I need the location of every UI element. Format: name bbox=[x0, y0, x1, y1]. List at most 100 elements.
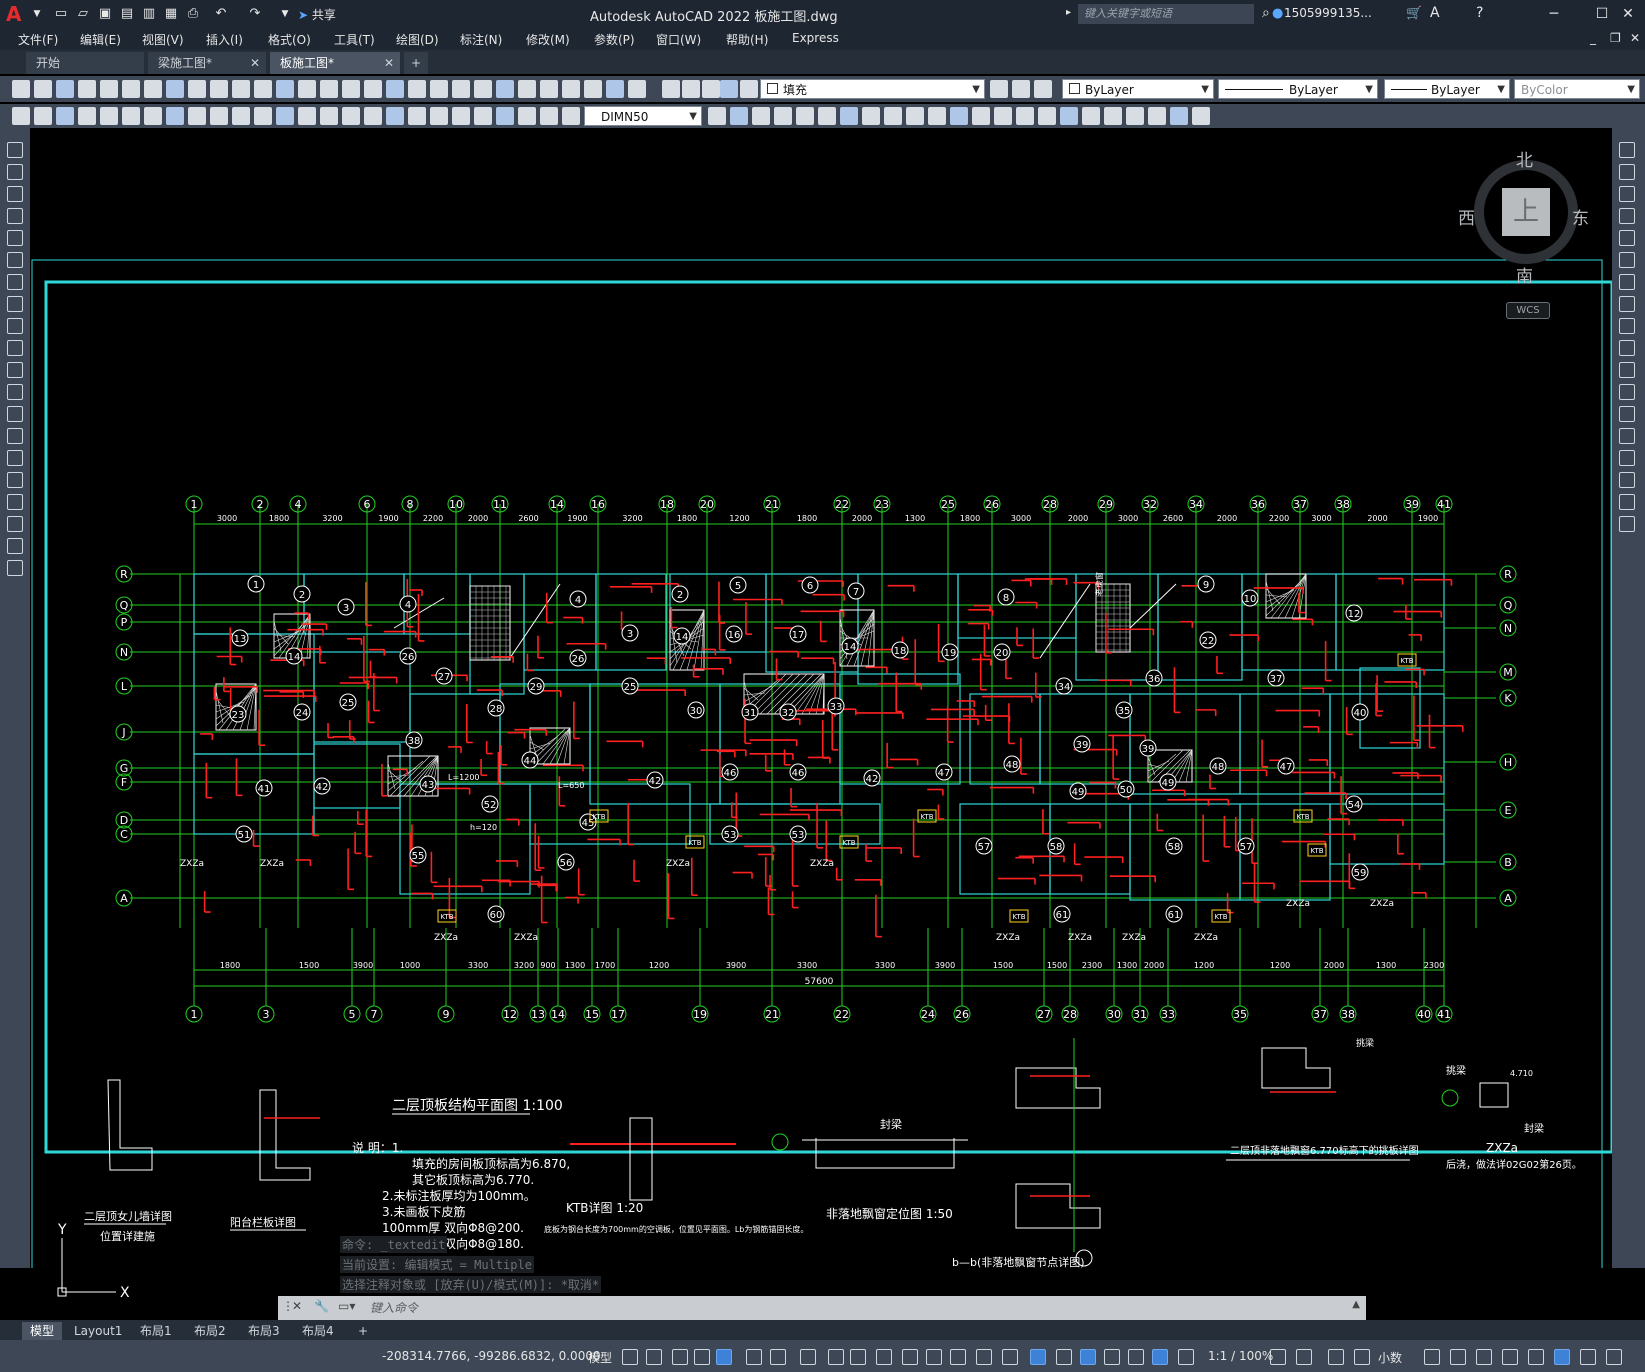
toolbar-tool-icon[interactable] bbox=[1126, 107, 1144, 125]
save-icon[interactable]: ▣ bbox=[96, 5, 114, 23]
doc-close-icon[interactable]: ✕ bbox=[1630, 31, 1640, 45]
toolbar-tool-icon[interactable] bbox=[720, 80, 738, 98]
menu-help[interactable]: 帮助(H) bbox=[726, 31, 768, 48]
save-as-icon[interactable]: ▤ bbox=[118, 5, 136, 23]
toolbar-tool-icon[interactable] bbox=[232, 80, 250, 98]
tab-slab-drawing[interactable]: 板施工图* ✕ bbox=[270, 52, 400, 74]
menu-dimension[interactable]: 标注(N) bbox=[460, 31, 502, 48]
compass-west[interactable]: 西 bbox=[1458, 204, 1475, 229]
new-tab-button[interactable]: + bbox=[404, 52, 428, 74]
toolbar-tool-icon[interactable] bbox=[452, 80, 470, 98]
toolbar-tool-icon[interactable] bbox=[100, 80, 118, 98]
status-toggle-icon[interactable] bbox=[1128, 1349, 1144, 1365]
tab-start[interactable]: 开始 bbox=[26, 52, 144, 74]
toolbar-tool-icon[interactable] bbox=[188, 80, 206, 98]
toolbar-tool-icon[interactable] bbox=[78, 80, 96, 98]
plot-icon[interactable]: ⎙ bbox=[184, 5, 202, 23]
search-icon[interactable]: ⌕ bbox=[1262, 5, 1270, 21]
toolbar-tool-icon[interactable] bbox=[122, 80, 140, 98]
draw-tool-icon[interactable] bbox=[7, 406, 23, 422]
toolbar-tool-icon[interactable] bbox=[474, 80, 492, 98]
status-toggle-icon[interactable] bbox=[1476, 1349, 1492, 1365]
tab-layout-3[interactable]: 布局3 bbox=[240, 1322, 288, 1340]
draw-tool-icon[interactable] bbox=[7, 230, 23, 246]
minimize-button[interactable]: ─ bbox=[1542, 4, 1566, 24]
draw-tool-icon[interactable] bbox=[7, 296, 23, 312]
menu-express[interactable]: Express bbox=[792, 31, 839, 45]
menu-modify[interactable]: 修改(M) bbox=[526, 31, 570, 48]
toolbar-tool-icon[interactable] bbox=[408, 80, 426, 98]
user-account[interactable]: 1505999135... bbox=[1284, 6, 1372, 20]
close-tab-icon[interactable]: ✕ bbox=[250, 52, 260, 74]
toolbar-tool-icon[interactable] bbox=[342, 107, 360, 125]
status-toggle-icon[interactable] bbox=[800, 1349, 816, 1365]
status-toggle-icon[interactable] bbox=[1450, 1349, 1466, 1365]
status-toggle-icon[interactable] bbox=[1152, 1349, 1168, 1365]
toolbar-tool-icon[interactable] bbox=[452, 107, 470, 125]
dimstyle-dropdown[interactable]: DIMN50 ▼ bbox=[584, 106, 702, 126]
toolbar-tool-icon[interactable] bbox=[12, 107, 30, 125]
status-toggle-icon[interactable] bbox=[716, 1349, 732, 1365]
toolbar-tool-icon[interactable] bbox=[430, 107, 448, 125]
toolbar-tool-icon[interactable] bbox=[950, 107, 968, 125]
toolbar-tool-icon[interactable] bbox=[210, 107, 228, 125]
doc-minimize-icon[interactable]: _ bbox=[1590, 31, 1596, 45]
help-search-input[interactable]: 键入关键字或短语 bbox=[1078, 4, 1254, 24]
toolbar-tool-icon[interactable] bbox=[100, 107, 118, 125]
status-toggle-icon[interactable] bbox=[1178, 1349, 1194, 1365]
autocad-logo-icon[interactable]: A bbox=[6, 2, 26, 26]
maximize-button[interactable]: ☐ bbox=[1590, 4, 1614, 24]
toolbar-tool-icon[interactable] bbox=[144, 80, 162, 98]
viewcube[interactable]: 上 北 南 西 东 bbox=[1458, 150, 1589, 287]
new-file-icon[interactable]: ▭ bbox=[52, 5, 70, 23]
layer-dropdown[interactable]: 填充 ▼ bbox=[760, 79, 985, 99]
tab-model[interactable]: 模型 bbox=[22, 1322, 63, 1340]
model-space-toggle[interactable]: 模型 bbox=[588, 1349, 612, 1366]
toolbar-tool-icon[interactable] bbox=[232, 107, 250, 125]
toolbar-tool-icon[interactable] bbox=[730, 107, 748, 125]
toolbar-tool-icon[interactable] bbox=[540, 107, 558, 125]
status-toggle-icon[interactable] bbox=[1030, 1349, 1046, 1365]
toolbar-tool-icon[interactable] bbox=[166, 107, 184, 125]
menu-insert[interactable]: 插入(I) bbox=[206, 31, 243, 48]
tab-beam-drawing[interactable]: 梁施工图* ✕ bbox=[148, 52, 266, 74]
status-toggle-icon[interactable] bbox=[622, 1349, 638, 1365]
toolbar-tool-icon[interactable] bbox=[166, 80, 184, 98]
viewcube-top-face[interactable]: 上 bbox=[1502, 188, 1550, 236]
toolbar-tool-icon[interactable] bbox=[606, 80, 624, 98]
toolbar-tool-icon[interactable] bbox=[34, 107, 52, 125]
status-toggle-icon[interactable] bbox=[1606, 1349, 1622, 1365]
status-toggle-icon[interactable] bbox=[1328, 1349, 1344, 1365]
drawing-canvas[interactable]: 1 2 4 6 8 10 11 14 16 18 20 21 22 23 25 26 28 29 32 34 36 37 3… bbox=[30, 128, 1612, 1268]
toolbar-tool-icon[interactable] bbox=[1104, 107, 1122, 125]
help-icon[interactable]: ? bbox=[1476, 5, 1483, 21]
modify-tool-icon[interactable] bbox=[1619, 406, 1635, 422]
status-toggle-icon[interactable] bbox=[926, 1349, 942, 1365]
toolbar-tool-icon[interactable] bbox=[562, 80, 580, 98]
status-toggle-icon[interactable] bbox=[1502, 1349, 1518, 1365]
close-icon[interactable]: ✕ bbox=[292, 1299, 302, 1313]
redo-icon[interactable]: ↷ bbox=[246, 5, 264, 23]
menu-format[interactable]: 格式(O) bbox=[268, 31, 311, 48]
toolbar-tool-icon[interactable] bbox=[708, 107, 726, 125]
modify-tool-icon[interactable] bbox=[1619, 472, 1635, 488]
toolbar-tool-icon[interactable] bbox=[740, 80, 758, 98]
user-icon[interactable]: ● bbox=[1272, 6, 1283, 21]
status-toggle-icon[interactable] bbox=[1354, 1349, 1370, 1365]
cart-icon[interactable]: 🛒 bbox=[1406, 6, 1422, 21]
plotstyle-dropdown[interactable]: ByColor ▼ bbox=[1514, 79, 1640, 99]
toolbar-tool-icon[interactable] bbox=[990, 80, 1008, 98]
toolbar-tool-icon[interactable] bbox=[1082, 107, 1100, 125]
draw-tool-icon[interactable] bbox=[7, 274, 23, 290]
status-toggle-icon[interactable] bbox=[828, 1349, 844, 1365]
toolbar-tool-icon[interactable] bbox=[320, 80, 338, 98]
modify-tool-icon[interactable] bbox=[1619, 142, 1635, 158]
command-input[interactable]: 键入命令 bbox=[370, 1299, 418, 1316]
toolbar-tool-icon[interactable] bbox=[320, 107, 338, 125]
toolbar-tool-icon[interactable] bbox=[1016, 107, 1034, 125]
status-toggle-icon[interactable] bbox=[950, 1349, 966, 1365]
toolbar-tool-icon[interactable] bbox=[474, 107, 492, 125]
toolbar-tool-icon[interactable] bbox=[276, 80, 294, 98]
status-toggle-icon[interactable] bbox=[902, 1349, 918, 1365]
draw-tool-icon[interactable] bbox=[7, 318, 23, 334]
